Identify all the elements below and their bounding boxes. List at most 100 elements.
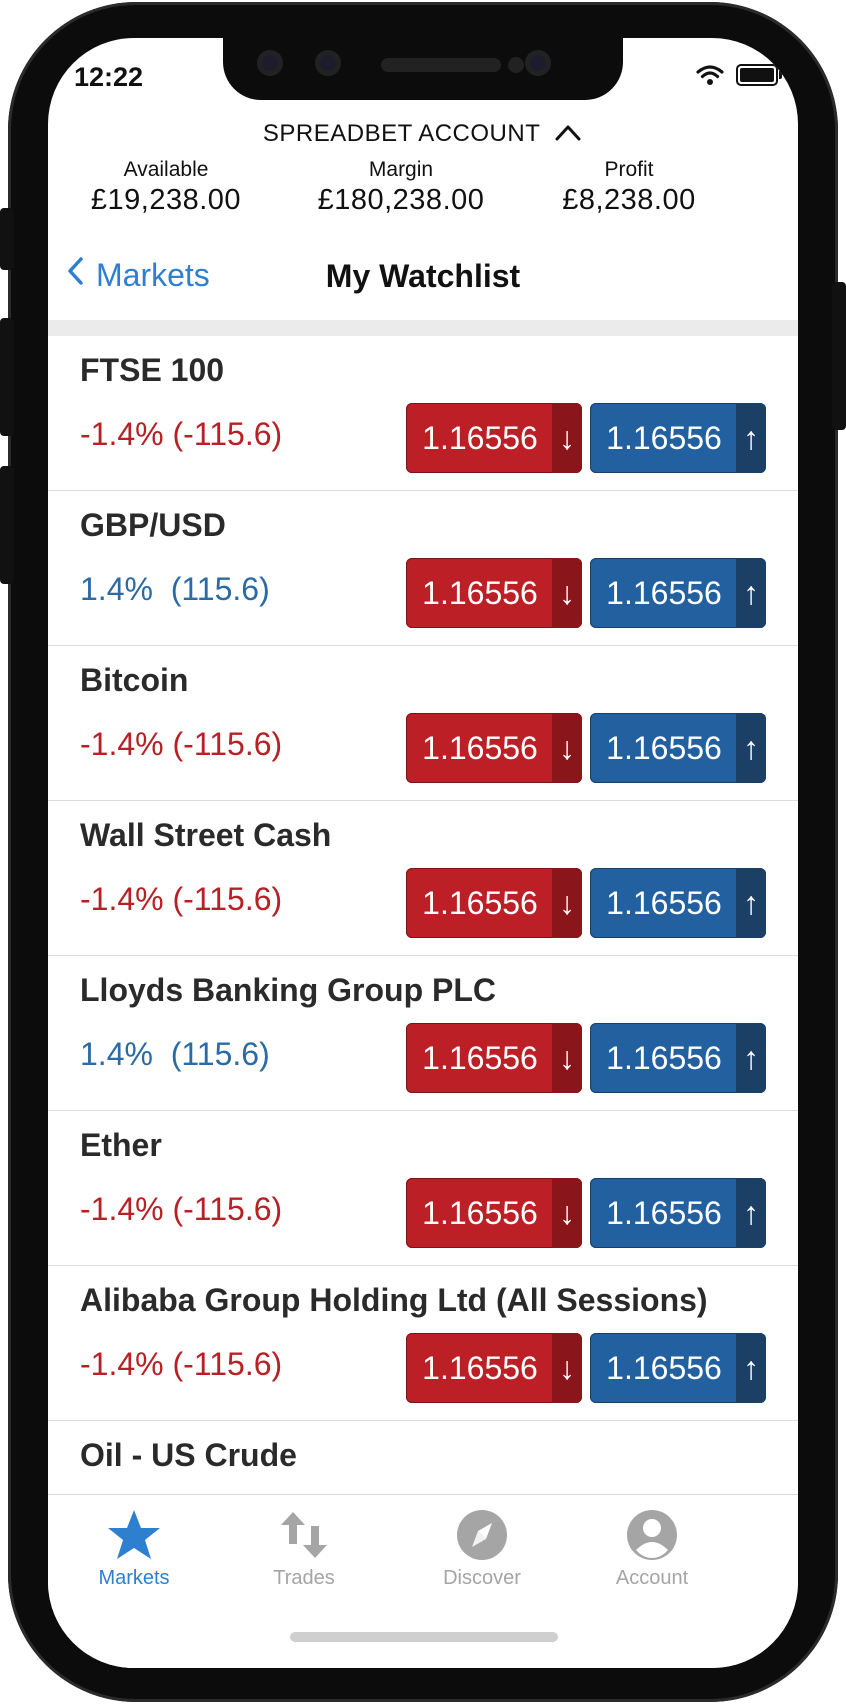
market-name: FTSE 100 [80, 352, 225, 388]
tab-label: Trades [273, 1567, 335, 1589]
tab-label: Markets [98, 1567, 170, 1589]
home-indicator[interactable] [290, 1632, 558, 1642]
silent-switch [0, 208, 14, 270]
watchlist-row[interactable]: Lloyds Banking Group PLC 1.4% (115.6) 1.… [48, 956, 798, 1111]
arrow-down-icon: ↓ [552, 1333, 582, 1403]
buy-button[interactable]: 1.16556 ↑ [590, 403, 766, 473]
arrow-up-icon: ↑ [736, 1333, 766, 1403]
market-change: -1.4% (-115.6) [80, 1191, 282, 1228]
buy-price: 1.16556 [606, 1194, 722, 1231]
tab-markets[interactable]: Markets [64, 1505, 204, 1590]
buy-button[interactable]: 1.16556 ↑ [590, 558, 766, 628]
market-change: -1.4% (-115.6) [80, 726, 282, 763]
sell-button[interactable]: 1.16556 ↓ [406, 713, 582, 783]
market-name: Oil - US Crude [80, 1437, 297, 1473]
change-percent: 1.4% [80, 571, 153, 607]
change-value: (-115.6) [172, 416, 283, 452]
arrow-up-icon: ↑ [736, 713, 766, 783]
buy-button[interactable]: 1.16556 ↑ [590, 868, 766, 938]
change-value: (-115.6) [172, 881, 283, 917]
arrow-up-icon: ↑ [736, 558, 766, 628]
watchlist-row[interactable]: FTSE 100 -1.4% (-115.6) 1.16556 ↓ 1.16556… [48, 336, 798, 491]
arrow-up-icon: ↑ [736, 1178, 766, 1248]
compass-icon [412, 1505, 552, 1565]
market-change: -1.4% (-115.6) [80, 881, 282, 918]
change-value: (115.6) [170, 571, 270, 607]
profit-value: £8,238.00 [562, 184, 696, 216]
tab-discover[interactable]: Discover [412, 1505, 552, 1590]
buy-price: 1.16556 [606, 1349, 722, 1386]
sell-button[interactable]: 1.16556 ↓ [406, 868, 582, 938]
watchlist-row[interactable]: Wall Street Cash -1.4% (-115.6) 1.16556 ↓… [48, 801, 798, 956]
market-name: GBP/USD [80, 507, 226, 543]
tab-label: Discover [443, 1567, 521, 1589]
camera-icon [525, 50, 551, 76]
watchlist: FTSE 100 -1.4% (-115.6) 1.16556 ↓ 1.16556… [48, 336, 798, 1575]
change-percent: -1.4% [80, 881, 164, 917]
sell-button[interactable]: 1.16556 ↓ [406, 1178, 582, 1248]
navigation-bar: Markets My Watchlist [48, 256, 798, 312]
account-switcher[interactable]: SPREADBET ACCOUNT [48, 120, 798, 149]
user-circle-icon [582, 1505, 722, 1565]
buy-button[interactable]: 1.16556 ↑ [590, 1333, 766, 1403]
arrow-up-icon: ↑ [736, 1023, 766, 1093]
section-divider [48, 320, 798, 336]
change-percent: 1.4% [80, 1036, 153, 1072]
tab-trades[interactable]: Trades [234, 1505, 374, 1590]
page-title: My Watchlist [325, 258, 521, 294]
market-change: -1.4% (-115.6) [80, 1346, 282, 1383]
market-name: Alibaba Group Holding Ltd (All Sessions) [80, 1282, 708, 1318]
camera-icon [315, 50, 341, 76]
change-value: (115.6) [170, 1036, 270, 1072]
account-type-label: SPREADBET ACCOUNT [262, 120, 540, 147]
status-time: 12:22 [74, 62, 144, 92]
battery-icon [736, 64, 782, 86]
tab-account[interactable]: Account [582, 1505, 722, 1590]
sell-button[interactable]: 1.16556 ↓ [406, 403, 582, 473]
notch [223, 38, 623, 100]
buy-button[interactable]: 1.16556 ↑ [590, 1023, 766, 1093]
arrow-up-icon: ↑ [736, 403, 766, 473]
change-percent: -1.4% [80, 416, 164, 452]
arrow-down-icon: ↓ [552, 403, 582, 473]
market-name: Ether [80, 1127, 162, 1163]
change-value: (-115.6) [172, 726, 283, 762]
camera-icon [257, 50, 283, 76]
watchlist-row[interactable]: GBP/USD 1.4% (115.6) 1.16556 ↓ 1.16556 ↑ [48, 491, 798, 646]
volume-down-button [0, 466, 14, 584]
tab-label: Account [615, 1567, 689, 1589]
change-value: (-115.6) [172, 1191, 283, 1227]
sell-price: 1.16556 [422, 729, 538, 766]
watchlist-row[interactable]: Alibaba Group Holding Ltd (All Sessions)… [48, 1266, 798, 1421]
change-percent: -1.4% [80, 1191, 164, 1227]
arrow-up-icon: ↑ [736, 868, 766, 938]
profit-label: Profit [604, 158, 654, 181]
market-name: Lloyds Banking Group PLC [80, 972, 497, 1008]
buy-button[interactable]: 1.16556 ↑ [590, 1178, 766, 1248]
watchlist-row[interactable]: Bitcoin -1.4% (-115.6) 1.16556 ↓ 1.16556 ↑ [48, 646, 798, 801]
profit-summary: Profit £8,238.00 [556, 158, 702, 217]
account-summary: Available £19,238.00 Margin £180,238.00 … [48, 158, 798, 218]
swap-arrows-icon [234, 1505, 374, 1565]
sell-button[interactable]: 1.16556 ↓ [406, 558, 582, 628]
chevron-up-icon [553, 121, 583, 149]
market-change: 1.4% (115.6) [80, 1036, 270, 1073]
arrow-down-icon: ↓ [552, 713, 582, 783]
sell-price: 1.16556 [422, 884, 538, 921]
star-icon [64, 1505, 204, 1565]
power-button [832, 282, 846, 430]
watchlist-row[interactable]: Ether -1.4% (-115.6) 1.16556 ↓ 1.16556 ↑ [48, 1111, 798, 1266]
market-change: -1.4% (-115.6) [80, 416, 282, 453]
available-value: £19,238.00 [90, 184, 242, 216]
buy-price: 1.16556 [606, 574, 722, 611]
margin-label: Margin [368, 158, 434, 181]
buy-button[interactable]: 1.16556 ↑ [590, 713, 766, 783]
speaker-grille [381, 58, 501, 72]
wifi-icon [696, 65, 724, 85]
status-icons [696, 64, 782, 86]
sell-button[interactable]: 1.16556 ↓ [406, 1023, 582, 1093]
market-name: Bitcoin [80, 662, 189, 698]
change-value: (-115.6) [172, 1346, 283, 1382]
sell-price: 1.16556 [422, 1039, 538, 1076]
sell-button[interactable]: 1.16556 ↓ [406, 1333, 582, 1403]
